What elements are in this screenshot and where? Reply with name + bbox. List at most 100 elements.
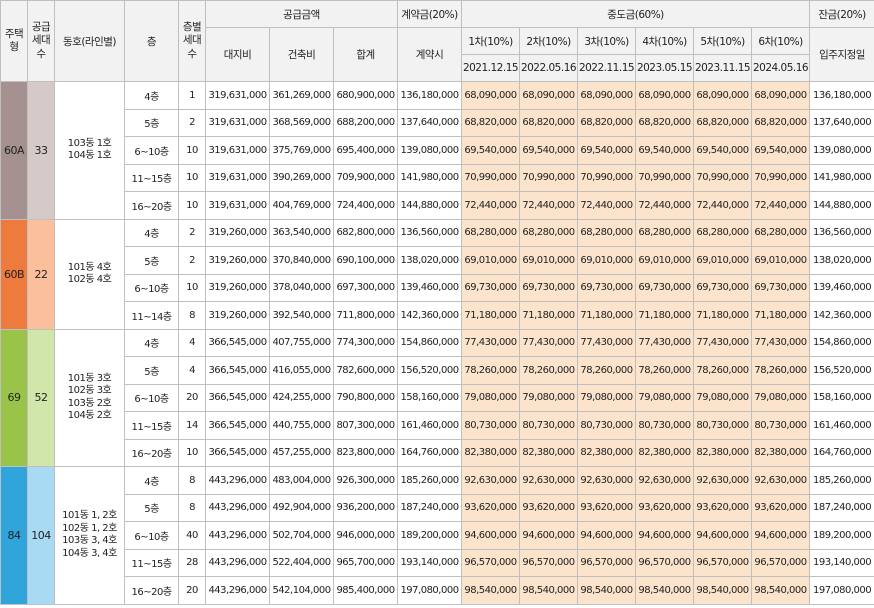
unit-type-cell: 69	[0, 328, 28, 467]
unit-type-cell: 60A	[0, 81, 28, 220]
header-installment-date: 2023.11.15	[693, 54, 752, 82]
installment-cell: 70,990,000	[461, 163, 520, 192]
dong-line-cell: 101동 1, 2호 102동 1, 2호 103동 3, 4호 104동 3, 4호	[54, 466, 125, 605]
installment-cell: 82,380,000	[693, 438, 752, 467]
installment-cell: 70,990,000	[693, 163, 752, 192]
installment-cell: 71,180,000	[693, 301, 752, 330]
installment-cell: 96,570,000	[635, 548, 694, 577]
land-cost-cell: 443,296,000	[205, 493, 270, 522]
deposit-cell: 161,460,000	[397, 411, 462, 440]
floor-cell: 6~10층	[124, 273, 179, 302]
installment-cell: 98,540,000	[750, 576, 811, 605]
land-cost-cell: 319,631,000	[205, 81, 270, 110]
installment-cell: 82,380,000	[635, 438, 694, 467]
deposit-cell: 164,760,000	[397, 438, 462, 467]
total-cell: 682,800,000	[333, 218, 398, 247]
building-cost-cell: 440,755,000	[269, 411, 334, 440]
floor-cell: 11~15층	[124, 163, 179, 192]
header-installment-date: 2022.11.15	[577, 54, 636, 82]
building-cost-cell: 368,569,000	[269, 108, 334, 137]
balance-cell: 189,200,000	[809, 521, 874, 550]
installment-cell: 77,430,000	[693, 328, 752, 357]
floor-cell: 4층	[124, 328, 179, 357]
installment-cell: 98,540,000	[519, 576, 578, 605]
deposit-cell: 144,880,000	[397, 191, 462, 220]
deposit-cell: 185,260,000	[397, 466, 462, 495]
balance-cell: 154,860,000	[809, 328, 874, 357]
installment-cell: 92,630,000	[750, 466, 811, 495]
floor-cell: 16~20층	[124, 191, 179, 220]
building-cost-cell: 363,540,000	[269, 218, 334, 247]
installment-cell: 92,630,000	[577, 466, 636, 495]
installment-cell: 92,630,000	[693, 466, 752, 495]
floor-cell: 11~15층	[124, 548, 179, 577]
installment-cell: 77,430,000	[519, 328, 578, 357]
installment-cell: 69,540,000	[461, 136, 520, 165]
deposit-cell: 193,140,000	[397, 548, 462, 577]
table-row: 69 52 101동 3호 102동 3호 103동 2호 104동 2호 4층 4 366,5…	[0, 328, 874, 467]
installment-cell: 68,090,000	[693, 81, 752, 110]
table-row: 6~10층 10 319,631,000 375,769,000 695,400,000…	[1, 136, 874, 165]
installment-cell: 69,730,000	[461, 273, 520, 302]
installment-cell: 72,440,000	[750, 191, 811, 220]
floor-cell: 11~14층	[124, 301, 179, 330]
floor-cell: 5층	[124, 493, 179, 522]
total-cell: 697,300,000	[333, 273, 398, 302]
deposit-cell: 139,080,000	[397, 136, 462, 165]
installment-cell: 69,010,000	[577, 246, 636, 275]
installment-cell: 69,730,000	[750, 273, 811, 302]
dong-line-cell: 101동 3호 102동 3호 103동 2호 104동 2호	[54, 328, 125, 467]
balance-cell: 136,560,000	[809, 218, 874, 247]
installment-cell: 79,080,000	[519, 383, 578, 412]
supply-count-cell: 52	[27, 328, 55, 467]
floor-units-cell: 14	[178, 411, 206, 440]
installment-cell: 94,600,000	[519, 521, 578, 550]
header-middle: 중도금(60%)	[460, 0, 811, 28]
header-installment-label: 4차(10%)	[635, 27, 694, 55]
total-cell: 709,900,000	[333, 163, 398, 192]
balance-cell: 136,180,000	[809, 81, 874, 110]
installment-cell: 68,820,000	[461, 108, 520, 137]
supply-count-cell: 104	[27, 466, 55, 605]
table-row: 6~10층 40 443,296,000 502,704,000 946,000,000…	[1, 521, 874, 550]
installment-cell: 98,540,000	[461, 576, 520, 605]
installment-cell: 79,080,000	[577, 383, 636, 412]
table-row: 16~20층 10 366,545,000 457,255,000 823,800,00…	[1, 438, 874, 467]
installment-cell: 82,380,000	[519, 438, 578, 467]
table-row: 6~10층 20 366,545,000 424,255,000 790,800,000…	[1, 383, 874, 412]
installment-cell: 68,090,000	[750, 81, 811, 110]
total-cell: 774,300,000	[333, 328, 398, 357]
installment-cell: 79,080,000	[750, 383, 811, 412]
table-row: 60A 33 103동 1호 104동 1호 4층 1 319,631,000 361,269…	[0, 81, 874, 220]
installment-cell: 92,630,000	[635, 466, 694, 495]
land-cost-cell: 319,260,000	[205, 273, 270, 302]
installment-cell: 80,730,000	[635, 411, 694, 440]
land-cost-cell: 443,296,000	[205, 466, 270, 495]
header-installment-label: 3차(10%)	[577, 27, 636, 55]
land-cost-cell: 366,545,000	[205, 411, 270, 440]
header-installment-label: 6차(10%)	[750, 27, 811, 55]
floor-units-cell: 4	[178, 356, 206, 385]
installment-cell: 77,430,000	[577, 328, 636, 357]
installment-cell: 94,600,000	[577, 521, 636, 550]
table-row: 5층 4 366,545,000 416,055,000 782,600,000 156,…	[1, 356, 874, 385]
installment-cell: 68,090,000	[635, 81, 694, 110]
floor-units-cell: 10	[178, 191, 206, 220]
balance-cell: 138,020,000	[809, 246, 874, 275]
land-cost-cell: 319,260,000	[205, 246, 270, 275]
building-cost-cell: 375,769,000	[269, 136, 334, 165]
floor-units-cell: 10	[178, 273, 206, 302]
land-cost-cell: 319,260,000	[205, 301, 270, 330]
installment-cell: 93,620,000	[577, 493, 636, 522]
header-supply: 공급세대수	[27, 0, 55, 82]
floor-cell: 16~20층	[124, 576, 179, 605]
header-land: 대지비	[205, 27, 270, 82]
land-cost-cell: 319,631,000	[205, 136, 270, 165]
building-cost-cell: 483,004,000	[269, 466, 334, 495]
installment-cell: 68,280,000	[461, 218, 520, 247]
building-cost-cell: 392,540,000	[269, 301, 334, 330]
header-total: 합계	[333, 27, 398, 82]
installment-cell: 72,440,000	[519, 191, 578, 220]
installment-cell: 98,540,000	[635, 576, 694, 605]
header-installment-label: 1차(10%)	[461, 27, 520, 55]
